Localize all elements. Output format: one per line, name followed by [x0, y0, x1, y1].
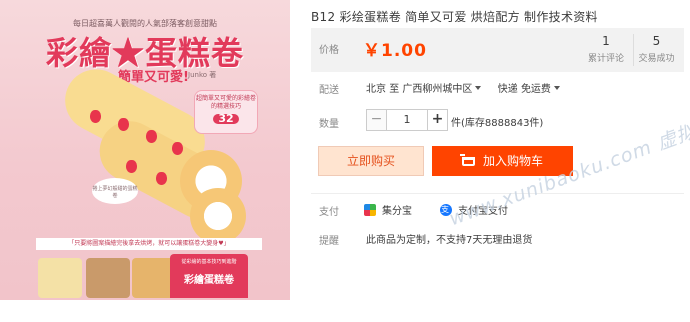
sales-stat: 5 交易成功 [629, 34, 684, 64]
cover-thumbnail [38, 258, 82, 298]
cover-thumbnail [86, 258, 130, 298]
cart-icon [459, 154, 475, 166]
strawberry-pattern [146, 130, 157, 143]
cover-footer-title: 彩繪蛋糕卷 [184, 275, 234, 286]
shipping-method-select[interactable]: 快递 免运费 [498, 84, 560, 95]
payment-method1-label: 集分宝 [382, 206, 412, 217]
shipping-destination-select[interactable]: 广西柳州城中区 [402, 84, 482, 95]
add-to-cart-label: 加入购物车 [482, 154, 543, 168]
cover-badge-count: 32 [213, 113, 239, 124]
jifenbao-icon [364, 203, 376, 216]
payment-method-jifenbao[interactable]: 集分宝 [364, 202, 412, 217]
quantity-input[interactable]: 1 [387, 109, 427, 131]
cover-footer-small: 從彩繪的基本技巧到進階 [181, 259, 237, 265]
strawberry-pattern [90, 110, 101, 123]
shipping-origin: 北京 [366, 84, 386, 95]
strawberry-pattern [172, 142, 183, 155]
cover-note: 捲上夢幻般甜的蛋糕卷 [92, 178, 138, 204]
cover-footer-label: 從彩繪的基本技巧到進階 彩繪蛋糕卷 [170, 254, 248, 298]
reviews-stat[interactable]: 1 累计评论 [579, 34, 634, 66]
strawberry-pattern [156, 172, 167, 185]
stock-text: 件(库存8888843件) [451, 118, 544, 129]
cake-slice-graphic [190, 188, 246, 244]
quantity-plus-button[interactable]: + [427, 109, 448, 131]
reviews-count: 1 [602, 34, 610, 48]
shipping-fee: 免运费 [520, 84, 551, 95]
sales-label: 交易成功 [638, 54, 675, 64]
shipping-method: 快递 [497, 84, 518, 95]
notice-label: 提醒 [319, 236, 339, 247]
shipping-row: 北京 至 广西柳州城中区 快递 免运费 [366, 80, 560, 95]
payment-label: 支付 [319, 207, 339, 218]
product-title: B12 彩绘蛋糕卷 简单又可爱 烘焙配方 制作技术资料 [311, 10, 598, 24]
shipping-to: 至 [389, 84, 400, 95]
shipping-label: 配送 [319, 85, 339, 96]
price-panel: 价格 ￥1.00 1 累计评论 5 交易成功 [311, 28, 684, 72]
reviews-label: 累计评论 [587, 54, 624, 64]
buy-now-button[interactable]: 立即购买 [318, 146, 424, 176]
chevron-down-icon [475, 86, 482, 90]
product-cover-image[interactable]: 每日超喜萬人觀閱的人氣部落客創意甜點 彩繪★蛋糕卷 簡單又可愛! Junko 著… [0, 0, 290, 300]
price-label: 价格 [319, 45, 339, 56]
cover-caption-bar: 「只要將圖案描繪完後拿去烘烤，就可以讓蛋糕卷大變身♥」 [36, 238, 262, 250]
sales-count: 5 [652, 34, 661, 48]
strawberry-pattern [126, 160, 137, 173]
quantity-minus-button[interactable]: − [366, 109, 387, 131]
quantity-label: 数量 [319, 119, 339, 130]
strawberry-pattern [118, 118, 129, 131]
cover-badge: 超簡單又可愛的彩繪卷的精選技巧 32 [194, 90, 258, 134]
price-value: ￥1.00 [363, 41, 427, 61]
shipping-destination: 广西柳州城中区 [402, 84, 473, 95]
notice-text: 此商品为定制，不支持7天无理由退货 [366, 235, 533, 246]
cover-badge-text: 超簡單又可愛的彩繪卷的精選技巧 [195, 95, 256, 110]
chevron-down-icon [553, 86, 560, 90]
cover-author: Junko 著 [188, 71, 217, 79]
quantity-stepper: − 1 + [366, 109, 448, 131]
